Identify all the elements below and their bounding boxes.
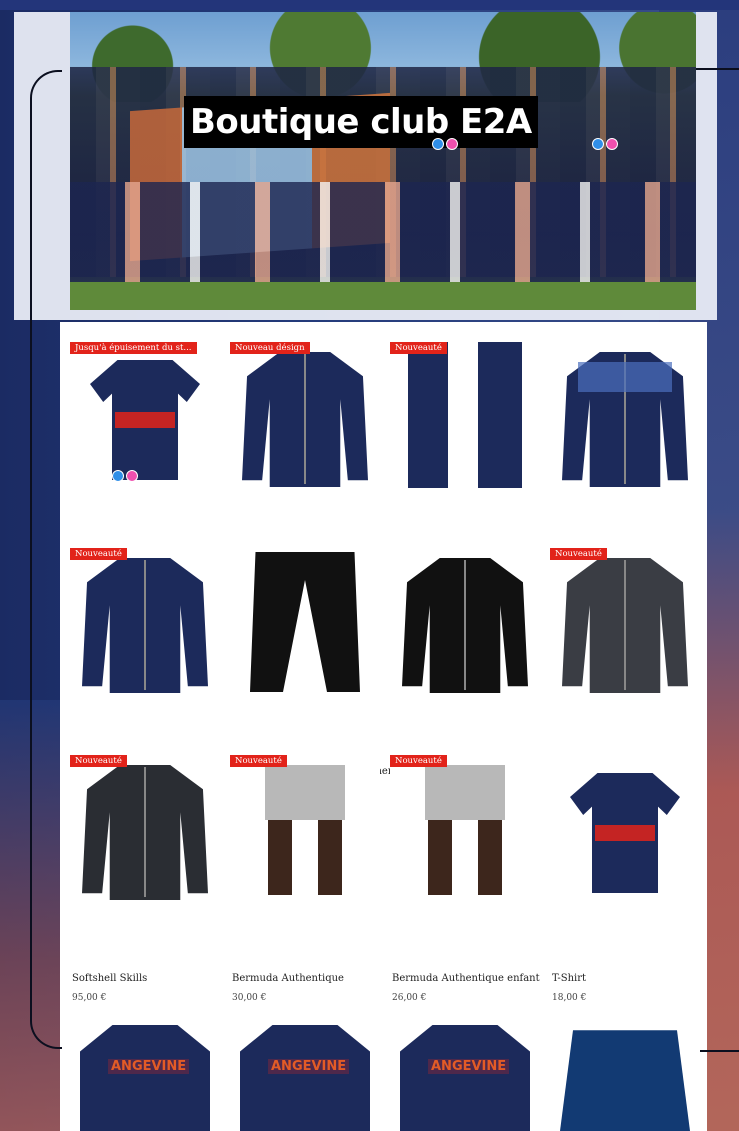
arm-sleeves-shape (408, 342, 448, 488)
decorative-frame-line (30, 70, 62, 1049)
product-image[interactable] (550, 548, 700, 694)
hero-team-photo (70, 12, 696, 310)
swatch-blue-icon[interactable] (592, 138, 604, 150)
product-image[interactable] (230, 548, 380, 694)
product-image[interactable] (550, 342, 700, 488)
product-price: 18,00 € (552, 993, 587, 1003)
product-image[interactable]: ANGEVINE (70, 1025, 220, 1131)
product-image[interactable] (390, 342, 540, 488)
product-image[interactable] (230, 342, 380, 488)
hero-front-row (70, 182, 696, 292)
product-image[interactable] (390, 755, 540, 901)
print-label: ANGEVINE (268, 1059, 350, 1074)
product-image[interactable]: ANGEVINE (390, 1025, 540, 1131)
print-label: ANGEVINE (428, 1059, 510, 1074)
tshirt-shape (80, 1025, 210, 1131)
bermuda-shape (425, 765, 505, 820)
windbreaker-shape (464, 560, 466, 690)
jacket-shape (624, 560, 626, 690)
product-image[interactable] (550, 755, 700, 901)
trackpants-shape (250, 552, 360, 692)
product-badge: Jusqu'à épuisement du st... (70, 342, 197, 354)
jacket-shape (144, 560, 146, 690)
bermuda-shape (478, 820, 502, 895)
product-name[interactable]: T-Shirt (552, 973, 586, 984)
product-badge: Nouveau désign (230, 342, 310, 354)
backpack-shape (560, 1030, 690, 1131)
swatch-pink-icon[interactable] (606, 138, 618, 150)
decorative-frame-line (695, 1050, 739, 1052)
page-title: Boutique club E2A (184, 96, 538, 148)
product-price: 26,00 € (392, 993, 427, 1003)
top-stripe (0, 0, 739, 10)
swatch-pink-icon[interactable] (446, 138, 458, 150)
color-swatches[interactable] (112, 470, 138, 482)
product-image[interactable]: ANGEVINE (230, 1025, 380, 1131)
product-image[interactable] (70, 548, 220, 694)
product-badge: Nouveauté (70, 755, 127, 767)
product-image[interactable] (70, 755, 220, 901)
product-image[interactable] (230, 755, 380, 901)
product-image[interactable] (70, 342, 220, 488)
decorative-frame-line (695, 68, 739, 70)
hero-grass (70, 282, 696, 310)
product-badge: Nouveauté (230, 755, 287, 767)
product-badge: Nouveauté (70, 548, 127, 560)
product-name[interactable]: Bermuda Authentique enfant (392, 973, 540, 984)
swatch-blue-icon[interactable] (432, 138, 444, 150)
product-image[interactable] (550, 1025, 700, 1131)
tshirt-shape (595, 825, 655, 841)
product-price: 95,00 € (72, 993, 107, 1003)
hoodie-shape (240, 1025, 370, 1131)
product-price: 30,00 € (232, 993, 267, 1003)
bermuda-shape (318, 820, 342, 895)
product-name[interactable]: Softshell Skills (72, 973, 147, 984)
arm-sleeves-shape (478, 342, 522, 488)
print-label: ANGEVINE (108, 1059, 190, 1074)
softshell-shape (144, 767, 146, 897)
color-swatches[interactable] (592, 138, 618, 150)
product-name[interactable]: Bermuda Authentique (232, 973, 344, 984)
bermuda-shape (265, 765, 345, 820)
bermuda-shape (268, 820, 292, 895)
tshirt-shape (115, 412, 175, 428)
hoodie-shape (400, 1025, 530, 1131)
product-image[interactable] (390, 548, 540, 694)
swatch-pink-icon[interactable] (126, 470, 138, 482)
product-badge: Nouveauté (390, 342, 447, 354)
color-swatches[interactable] (432, 138, 458, 150)
swatch-blue-icon[interactable] (112, 470, 124, 482)
product-badge: Nouveauté (390, 755, 447, 767)
windbreaker-shape (304, 354, 306, 484)
product-badge: Nouveauté (550, 548, 607, 560)
sweatshirt-shape (578, 362, 672, 392)
bermuda-shape (428, 820, 452, 895)
